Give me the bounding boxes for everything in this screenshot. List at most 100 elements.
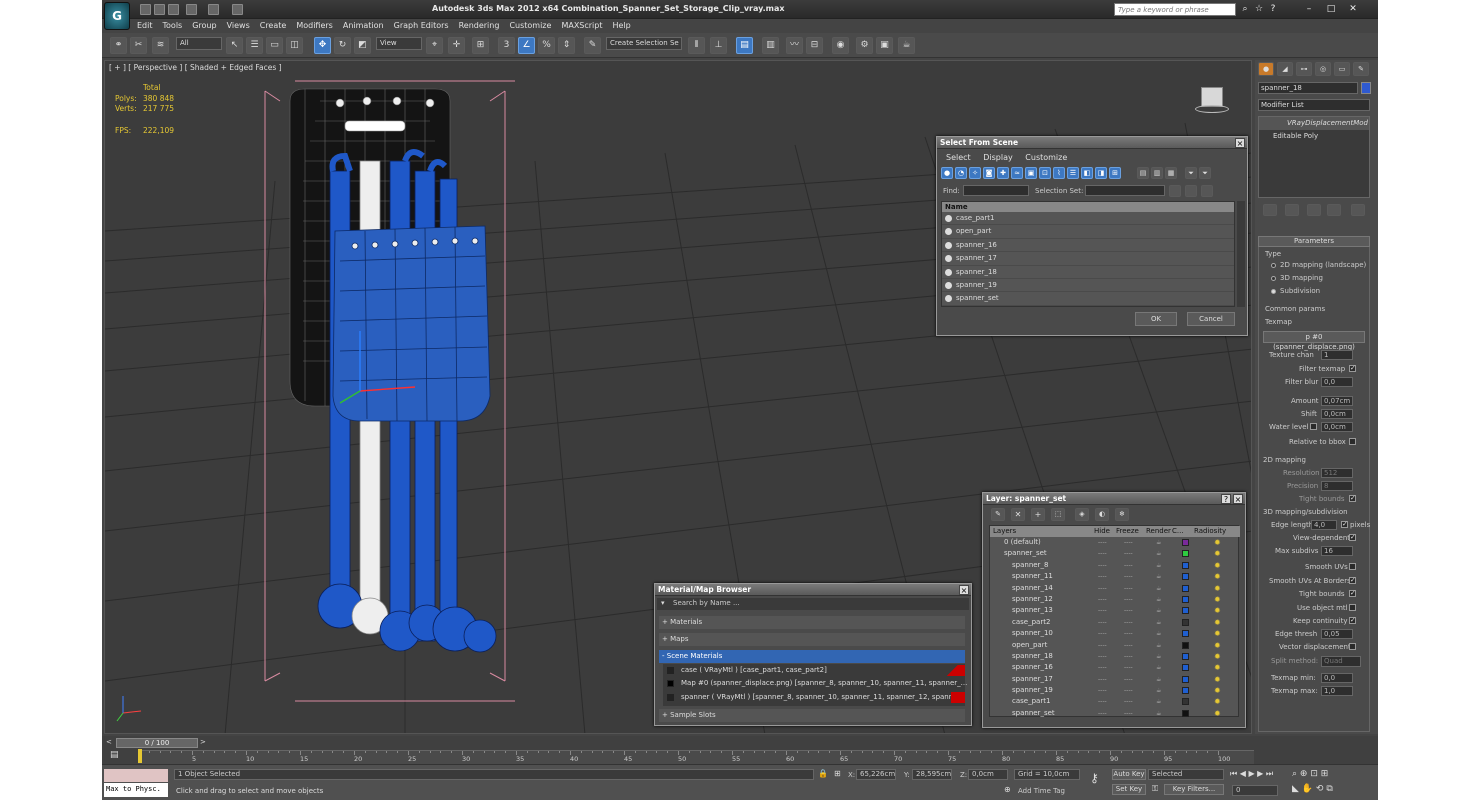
scene-object-row[interactable]: spanner_16 [942,239,1234,253]
scene-object-row[interactable]: case_part1 [942,212,1234,226]
mb-group-materials[interactable]: + Materials [659,616,965,630]
filter-icon[interactable]: ⏷ [1185,167,1197,179]
set-key-button[interactable]: Set Key [1112,784,1146,795]
filter-blur-input[interactable]: 0,0 [1321,377,1353,387]
ok-button[interactable]: OK [1135,312,1177,326]
select-all-icon[interactable]: ▤ [1137,167,1149,179]
render-production-icon[interactable]: ☕ [898,37,915,54]
layer-color-swatch[interactable] [1182,595,1189,603]
render-icon[interactable]: ☕ [1156,662,1161,673]
freeze-toggle[interactable]: ---- [1124,571,1133,582]
move-icon[interactable]: ✥ [314,37,331,54]
curve-editor-icon[interactable]: 〰 [786,37,803,54]
tight-bounds-2d-checkbox[interactable]: ✓ [1349,495,1356,502]
stack-item-vraydisplacement[interactable]: VRayDisplacementMod [1259,117,1369,131]
configure-modifier-sets-icon[interactable] [1351,204,1365,216]
menu-modifiers[interactable]: Modifiers [291,19,338,33]
helper-filter-icon[interactable]: ✚ [997,167,1009,179]
layer-color-swatch[interactable] [1182,561,1189,569]
modify-tab-icon[interactable]: ◢ [1277,62,1293,76]
subscription-icon[interactable]: ☆ [1252,3,1266,16]
freeze-toggle[interactable]: ---- [1124,662,1133,673]
name-column-header[interactable]: Name [942,202,1234,212]
named-selection-set-dropdown[interactable]: Create Selection Se [606,37,682,50]
layers-col[interactable]: Layers [993,527,1016,535]
mb-item-spanner[interactable]: spanner ( VRayMtl ) [spanner_8, spanner_… [663,691,965,704]
water-level-input[interactable]: 0,0cm [1321,422,1353,432]
select-manipulate-icon[interactable]: ✛ [448,37,465,54]
add-time-tag-button[interactable]: Add Time Tag [1018,787,1065,795]
render-icon[interactable]: ☕ [1156,617,1161,628]
smooth-uvs-borders-checkbox[interactable]: ✓ [1349,577,1356,584]
angle-snap-icon[interactable]: ∠ [518,37,535,54]
zoom-all-icon[interactable]: ⊕ [1300,769,1308,779]
select-layer-objects-icon[interactable]: ⬚ [1051,508,1065,521]
render-icon[interactable]: ☕ [1156,537,1161,548]
geometry-filter-icon[interactable]: ● [941,167,953,179]
freeze-toggle[interactable]: ---- [1124,583,1133,594]
parameters-rollout-title[interactable]: Parameters [1258,236,1370,247]
selection-filter-dropdown[interactable]: All [176,37,222,50]
minimize-icon[interactable]: – [1302,3,1316,16]
radiosity-teapot-icon[interactable]: ✹ [1214,674,1221,685]
snap-toggle-icon[interactable]: 3 [498,37,515,54]
menu-maxscript[interactable]: MAXScript [556,19,607,33]
radiosity-col[interactable]: Radiosity [1194,527,1226,535]
layer-row[interactable]: spanner_12 ---- ---- ☕ ✹ [990,594,1240,605]
bind-spacewarp-icon[interactable]: ≋ [152,37,169,54]
hide-toggle[interactable]: ---- [1098,617,1107,628]
pixels-checkbox[interactable]: ✓ [1341,521,1348,528]
key-filter-icon[interactable]: ⚿ [1152,784,1158,794]
zoom-extents-icon[interactable]: ⊡ [1310,769,1318,779]
help-icon[interactable]: ? [1266,3,1280,16]
menu-customize[interactable]: Customize [504,19,556,33]
layer-color-swatch[interactable] [1182,618,1189,626]
render-icon[interactable]: ☕ [1156,571,1161,582]
goto-start-icon[interactable]: ⏮ [1230,769,1237,778]
freeze-toggle[interactable]: ---- [1124,674,1133,685]
undo-icon[interactable] [186,4,197,15]
render-icon[interactable]: ☕ [1156,674,1161,685]
freeze-toggle[interactable]: ---- [1124,548,1133,559]
layer-row[interactable]: spanner_16 ---- ---- ☕ ✹ [990,662,1240,673]
y-coordinate-input[interactable]: 28,595cm [912,769,952,780]
hide-toggle[interactable]: ---- [1098,560,1107,571]
add-to-layer-icon[interactable]: + [1031,508,1045,521]
scene-object-row[interactable]: spanner_18 [942,266,1234,279]
object-name-field[interactable]: spanner_18 [1258,82,1358,94]
stack-item-editable-poly[interactable]: Editable Poly [1259,130,1369,143]
hide-toggle[interactable]: ---- [1098,571,1107,582]
radiosity-teapot-icon[interactable]: ✹ [1214,685,1221,696]
render-icon[interactable]: ☕ [1156,548,1161,559]
vector-disp-checkbox[interactable] [1349,643,1356,650]
color-col[interactable]: C... [1172,527,1184,535]
selset-remove-icon[interactable] [1185,185,1197,197]
layer-row[interactable]: spanner_14 ---- ---- ☕ ✹ [990,583,1240,594]
view-dependent-checkbox[interactable]: ✓ [1349,534,1356,541]
orbit-icon[interactable]: ⟲ [1316,784,1324,794]
redo-icon[interactable] [208,4,219,15]
menu-views[interactable]: Views [222,19,255,33]
percent-snap-icon[interactable]: % [538,37,555,54]
layer-color-swatch[interactable] [1182,550,1189,558]
display-children-icon[interactable]: ⊞ [1109,167,1121,179]
radiosity-teapot-icon[interactable]: ✹ [1214,560,1221,571]
slider-prev-icon[interactable]: < [106,738,114,748]
x-coordinate-input[interactable]: 65,226cm [856,769,896,780]
mb-group-sample-slots[interactable]: + Sample Slots [659,709,965,723]
prev-frame-icon[interactable]: ◀ [1240,769,1246,778]
group-filter-icon[interactable]: ▣ [1025,167,1037,179]
edge-thresh-input[interactable]: 0,05 [1321,629,1353,639]
freeze-toggle[interactable]: ---- [1124,560,1133,571]
close-icon[interactable]: × [959,585,969,595]
radiosity-teapot-icon[interactable]: ✹ [1214,583,1221,594]
layer-color-swatch[interactable] [1182,687,1189,695]
hide-toggle[interactable]: ---- [1098,685,1107,696]
hide-toggle[interactable]: ---- [1098,548,1107,559]
render-icon[interactable]: ☕ [1156,708,1161,719]
radiosity-teapot-icon[interactable]: ✹ [1214,537,1221,548]
texmap-max-input[interactable]: 1,0 [1321,686,1353,696]
render-icon[interactable]: ☕ [1156,605,1161,616]
spacewarp-filter-icon[interactable]: ≈ [1011,167,1023,179]
edit-named-selection-icon[interactable]: ✎ [584,37,601,54]
